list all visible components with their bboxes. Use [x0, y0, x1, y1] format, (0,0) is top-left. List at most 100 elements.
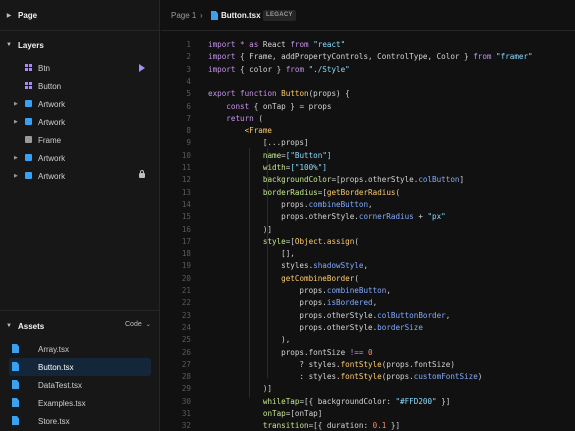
code-line[interactable]: 1 import * as React from "react"	[161, 40, 575, 52]
layer-label: Artwork	[38, 117, 66, 127]
code-editor: Page 1 › Button.tsx LEGACY 1 import * as …	[161, 0, 575, 431]
code-line[interactable]: 14 props.combineButton,	[161, 200, 575, 212]
file-item[interactable]: Store.tsx	[9, 412, 151, 430]
code-token: props.otherStyle.	[208, 310, 378, 320]
code-line[interactable]: 17 style=[Object.assign(	[161, 237, 575, 249]
code-line[interactable]: 16 )]	[161, 225, 575, 237]
code-line[interactable]: 23 props.otherStyle.colButtonBorder,	[161, 311, 575, 323]
code-line[interactable]: 11 width=["100%"]	[161, 163, 575, 175]
caret-right-icon: ▶	[6, 12, 12, 19]
code-line[interactable]: 21 props.combineButton,	[161, 286, 575, 298]
code-line[interactable]: 22 props.isBordered,	[161, 298, 575, 310]
line-number: 1	[186, 40, 191, 49]
breadcrumb-file[interactable]: Button.tsx	[221, 11, 261, 20]
code-token: "react"	[313, 40, 346, 49]
code-token: import	[208, 52, 241, 62]
code-token: colButton	[418, 175, 460, 185]
code-text: return (	[208, 114, 263, 123]
play-icon[interactable]	[139, 64, 145, 72]
code-token: combineButton	[308, 199, 369, 209]
line-number: 22	[181, 298, 191, 308]
line-number: 32	[181, 421, 191, 431]
line-number: 18	[181, 249, 191, 259]
code-token: =[onTap]	[285, 409, 323, 418]
code-line[interactable]: 31 onTap=[onTap]	[161, 409, 575, 421]
code-text: props.otherStyle.borderSize	[208, 323, 422, 332]
lock-icon[interactable]	[139, 170, 145, 178]
code-line[interactable]: 18 [],	[161, 249, 575, 261]
file-label: Button.tsx	[38, 363, 74, 372]
code-line[interactable]: 29 )]	[161, 384, 575, 396]
code-text: props.combineButton,	[208, 199, 372, 209]
caret-right-icon[interactable]: ▶	[14, 119, 18, 125]
code-line[interactable]: 8 <Frame	[161, 126, 575, 138]
layer-item[interactable]: ▶ Artwork	[0, 167, 160, 185]
line-number: 20	[181, 273, 191, 283]
code-token: <Frame	[244, 126, 273, 136]
code-line[interactable]: 9 [...props]	[161, 138, 575, 150]
line-number: 31	[181, 409, 191, 418]
code-line[interactable]: 13 borderRadius=[getBorderRadius(	[161, 188, 575, 200]
caret-right-icon[interactable]: ▶	[14, 155, 18, 161]
layer-item[interactable]: ▶ Artwork	[0, 95, 160, 113]
layer-item[interactable]: Button	[0, 77, 160, 95]
code-token: ["100%"]	[290, 163, 327, 172]
file-item[interactable]: Examples.tsx	[9, 394, 151, 412]
code-token: "framer"	[496, 52, 533, 62]
code-line[interactable]: 24 props.otherStyle.borderSize	[161, 323, 575, 335]
code-line[interactable]: 6 const { onTap } = props	[161, 102, 575, 114]
code-text: [...props]	[208, 138, 309, 147]
code-text: import * as React from "react"	[208, 40, 345, 49]
file-item[interactable]: Button.tsx	[9, 358, 151, 376]
line-number: 3	[186, 64, 191, 74]
page-section-header[interactable]: ▶ Page	[0, 5, 160, 25]
line-number: 14	[181, 199, 191, 209]
code-token: from	[285, 64, 309, 74]
left-sidebar: ▶ Page ▼ Layers Btn Button ▶ Artwork ▶ Artwor…	[0, 0, 160, 431]
layer-item[interactable]: ▶ Artwork	[0, 113, 160, 131]
code-text: import { color } from "./Style"	[208, 65, 350, 74]
code-token: style	[262, 236, 286, 246]
code-line[interactable]: 3 import { color } from "./Style"	[161, 65, 575, 77]
code-token: fontStyle	[340, 372, 382, 382]
code-token: width	[262, 163, 286, 172]
code-line[interactable]: 26 props.fontSize !== 0	[161, 348, 575, 360]
code-line[interactable]: 25 ),	[161, 335, 575, 347]
code-dropdown[interactable]: Code ⌄	[125, 321, 151, 328]
layer-item[interactable]: ▶ Artwork	[0, 149, 160, 167]
caret-right-icon[interactable]: ▶	[14, 101, 18, 107]
code-line[interactable]: 2 import { Frame, addPropertyControls, Co…	[161, 52, 575, 64]
line-number: 23	[181, 310, 191, 320]
file-label: Store.tsx	[38, 417, 70, 426]
code-token: return	[226, 113, 259, 123]
caret-right-icon[interactable]: ▶	[14, 173, 18, 179]
code-line[interactable]: 5 export function Button(props) {	[161, 89, 575, 101]
layer-item[interactable]: Frame	[0, 131, 160, 149]
file-item[interactable]: DataTest.tsx	[9, 376, 151, 394]
layers-section-header[interactable]: ▼ Layers	[0, 35, 160, 55]
code-line[interactable]: 4	[161, 77, 575, 89]
line-number: 9	[186, 138, 191, 148]
code-line[interactable]: 32 transition=[{ duration: 0.1 }]	[161, 421, 575, 431]
code-line[interactable]: 30 whileTap=[{ backgroundColor: "#FFD200…	[161, 397, 575, 409]
code-line[interactable]: 7 return (	[161, 114, 575, 126]
line-number: 7	[186, 113, 191, 123]
breadcrumb-page[interactable]: Page 1	[171, 11, 196, 20]
file-item[interactable]: Array.tsx	[9, 340, 151, 358]
code-line[interactable]: 28 : styles.fontStyle(props.customFontSi…	[161, 372, 575, 384]
code-text: props.otherStyle.cornerRadius + "px"	[208, 212, 446, 221]
code-line[interactable]: 27 ? styles.fontStyle(props.fontSize)	[161, 360, 575, 372]
code-line[interactable]: 20 getCombineBorder(	[161, 274, 575, 286]
code-line[interactable]: 12 backgroundColor=[props.otherStyle.col…	[161, 175, 575, 187]
code-token: getCombineBorder	[281, 273, 355, 283]
code-line[interactable]: 15 props.otherStyle.cornerRadius + "px"	[161, 212, 575, 224]
layer-item[interactable]: Btn	[0, 59, 160, 77]
code-line[interactable]: 10 name=["Button"]	[161, 151, 575, 163]
code-line[interactable]: 19 styles.shadowStyle,	[161, 261, 575, 273]
